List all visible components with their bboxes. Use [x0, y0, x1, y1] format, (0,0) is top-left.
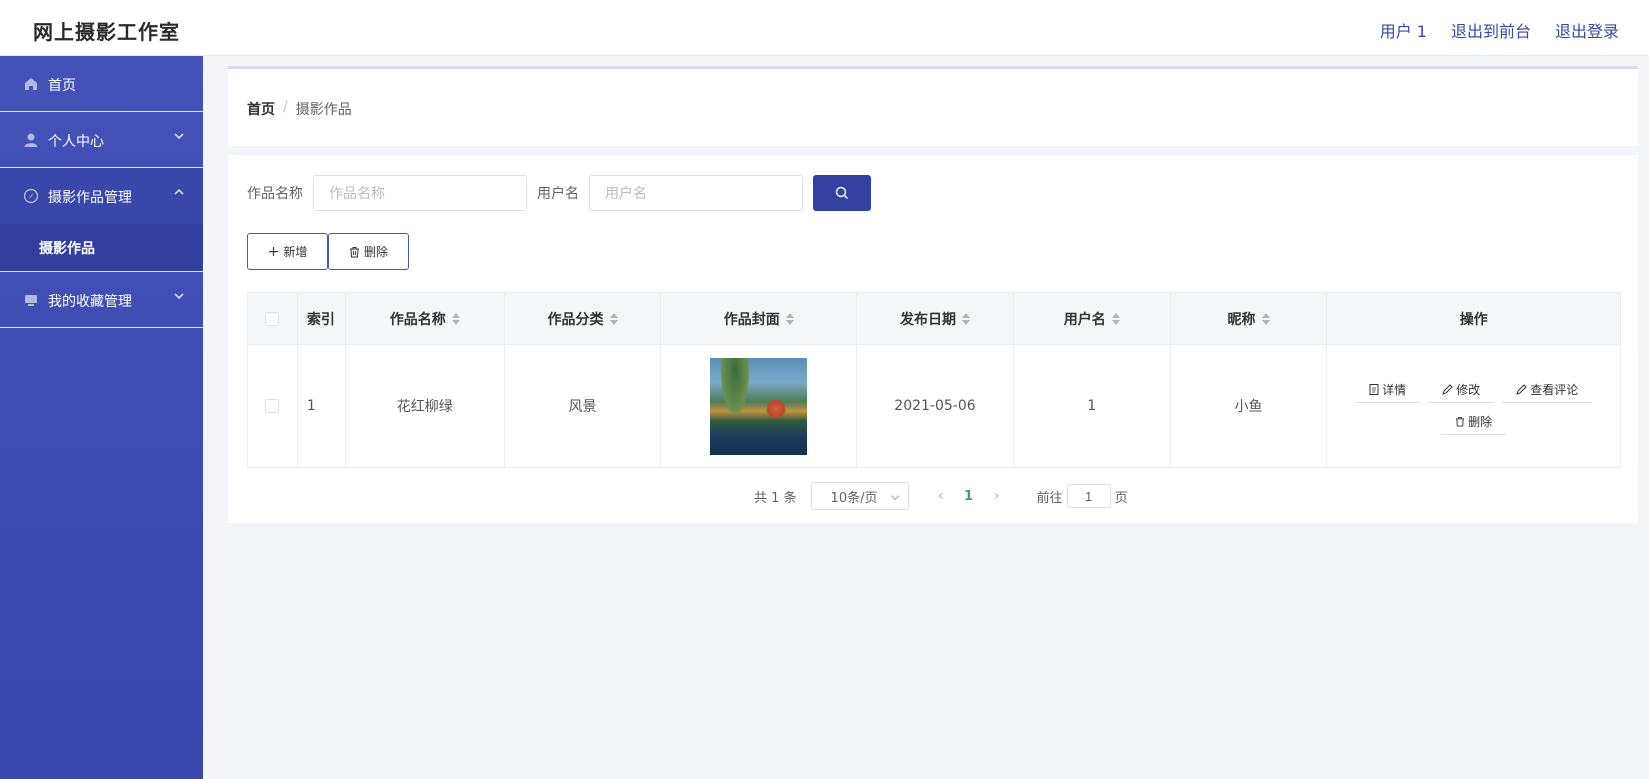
- cell-cover: [661, 345, 858, 467]
- chevron-up-icon: [174, 189, 184, 195]
- edit-icon: [1442, 384, 1453, 395]
- sidebar-item-label: 首页: [48, 78, 76, 94]
- name-search-input[interactable]: [313, 175, 527, 211]
- sort-icon[interactable]: [1261, 312, 1270, 325]
- add-button-label: 新增: [283, 245, 308, 259]
- user-icon: [24, 133, 38, 147]
- cell-category: 风景: [505, 345, 662, 467]
- goto-page-input[interactable]: [1066, 484, 1111, 508]
- column-header-category[interactable]: 作品分类: [505, 293, 662, 344]
- page-number-active[interactable]: 1: [955, 489, 983, 504]
- monitor-icon: [25, 295, 37, 306]
- batch-delete-button[interactable]: 删除: [328, 233, 409, 270]
- edit-button[interactable]: 修改: [1428, 377, 1495, 403]
- chevron-down-icon: [174, 293, 184, 299]
- cell-index: 1: [298, 345, 346, 467]
- site-title: 网上摄影工作室: [33, 20, 180, 44]
- user-filter-label: 用户名: [537, 186, 579, 202]
- data-table: 索引 作品名称 作品分类 作品封面 发布日期 用户名 昵称 操作 1 花红柳绿 …: [247, 292, 1621, 468]
- sort-icon[interactable]: [609, 312, 618, 325]
- cell-date: 2021-05-06: [857, 345, 1014, 467]
- table-header: 索引 作品名称 作品分类 作品封面 发布日期 用户名 昵称 操作: [248, 293, 1620, 345]
- sort-icon[interactable]: [785, 312, 794, 325]
- sidebar-item-label: 我的收藏管理: [48, 294, 132, 310]
- cell-name: 花红柳绿: [346, 345, 505, 467]
- next-page-icon[interactable]: ›: [983, 488, 1011, 504]
- compass-icon: [23, 188, 39, 204]
- search-button[interactable]: [813, 175, 871, 211]
- row-checkbox[interactable]: [265, 399, 280, 413]
- sort-icon[interactable]: [451, 312, 460, 325]
- cell-nickname: 小鱼: [1171, 345, 1328, 467]
- column-header-cover[interactable]: 作品封面: [661, 293, 858, 344]
- sidebar-subitem-photos[interactable]: 摄影作品: [0, 224, 203, 272]
- cell-username: 1: [1014, 345, 1171, 467]
- select-all-checkbox[interactable]: [265, 311, 280, 326]
- name-filter-label: 作品名称: [247, 186, 303, 202]
- back-to-front-link[interactable]: 退出到前台: [1451, 18, 1531, 42]
- column-header-name[interactable]: 作品名称: [346, 293, 505, 344]
- cell-actions: 详情 修改 查看评论 删除: [1327, 345, 1620, 467]
- sidebar-item-label: 摄影作品管理: [48, 190, 132, 206]
- sort-icon[interactable]: [1111, 312, 1120, 325]
- cover-thumbnail[interactable]: [710, 357, 808, 455]
- page-size-select[interactable]: 10条/页: [810, 482, 909, 510]
- username-search-input[interactable]: [589, 175, 803, 211]
- pagination: 共 1 条 10条/页 ‹ 1 › 前往 页: [754, 482, 1128, 510]
- sidebar-item-photo-management[interactable]: 摄影作品管理: [0, 168, 203, 224]
- sidebar-subitem-label: 摄影作品: [39, 241, 95, 257]
- breadcrumb-home[interactable]: 首页: [247, 99, 275, 119]
- add-button[interactable]: + 新增: [247, 233, 328, 270]
- user-menu[interactable]: 用户 1: [1380, 18, 1427, 42]
- search-bar: 作品名称 用户名: [247, 175, 871, 211]
- document-icon: [1369, 384, 1379, 395]
- column-header-date[interactable]: 发布日期: [857, 293, 1014, 344]
- breadcrumb: 首页 / 摄影作品: [247, 99, 352, 119]
- column-header-username[interactable]: 用户名: [1014, 293, 1171, 344]
- sidebar-item-label: 个人中心: [48, 134, 104, 150]
- view-comments-button[interactable]: 查看评论: [1502, 377, 1593, 403]
- column-header-index: 索引: [298, 293, 346, 344]
- total-count: 共 1 条: [754, 490, 797, 506]
- sidebar-item-home[interactable]: 首页: [0, 56, 203, 112]
- sidebar: 首页 个人中心 摄影作品管理 摄影作品 我的收藏管理: [0, 56, 203, 779]
- breadcrumb-separator: /: [283, 99, 288, 115]
- chevron-down-icon: [174, 133, 184, 139]
- sidebar-item-favorites[interactable]: 我的收藏管理: [0, 272, 203, 328]
- action-buttons: + 新增 删除: [247, 233, 409, 270]
- search-icon: [835, 186, 848, 199]
- detail-button[interactable]: 详情: [1355, 377, 1421, 403]
- plus-icon: +: [267, 243, 280, 260]
- table-row: 1 花红柳绿 风景 2021-05-06 1 小鱼 详情 修改 查看评论 删除: [248, 345, 1620, 467]
- home-icon: [25, 78, 37, 90]
- header-checkbox-cell: [248, 293, 298, 344]
- header-nav: 用户 1 退出到前台 退出登录: [1380, 18, 1619, 42]
- row-actions: 详情 修改 查看评论 删除: [1344, 377, 1604, 435]
- column-header-actions: 操作: [1459, 311, 1488, 328]
- sidebar-item-personal-center[interactable]: 个人中心: [0, 112, 203, 168]
- logout-link[interactable]: 退出登录: [1555, 18, 1619, 42]
- sort-icon[interactable]: [961, 312, 970, 325]
- breadcrumb-card: 首页 / 摄影作品: [228, 66, 1638, 146]
- delete-button-label: 删除: [363, 245, 388, 259]
- row-delete-button[interactable]: 删除: [1441, 409, 1507, 435]
- top-header: 网上摄影工作室 用户 1 退出到前台 退出登录: [0, 0, 1649, 56]
- trash-icon: [1456, 416, 1465, 427]
- row-checkbox-cell: [248, 345, 298, 467]
- page-suffix: 页: [1114, 490, 1128, 506]
- edit-icon: [1516, 384, 1527, 395]
- breadcrumb-current: 摄影作品: [295, 102, 352, 118]
- prev-page-icon[interactable]: ‹: [927, 488, 955, 504]
- main-panel: 作品名称 用户名 + 新增 删除 索引 作品名称 作品分类 作品封面 发布日期 …: [228, 155, 1638, 523]
- column-header-nickname[interactable]: 昵称: [1171, 293, 1328, 344]
- goto-label: 前往: [1036, 490, 1063, 506]
- trash-icon: [349, 246, 359, 257]
